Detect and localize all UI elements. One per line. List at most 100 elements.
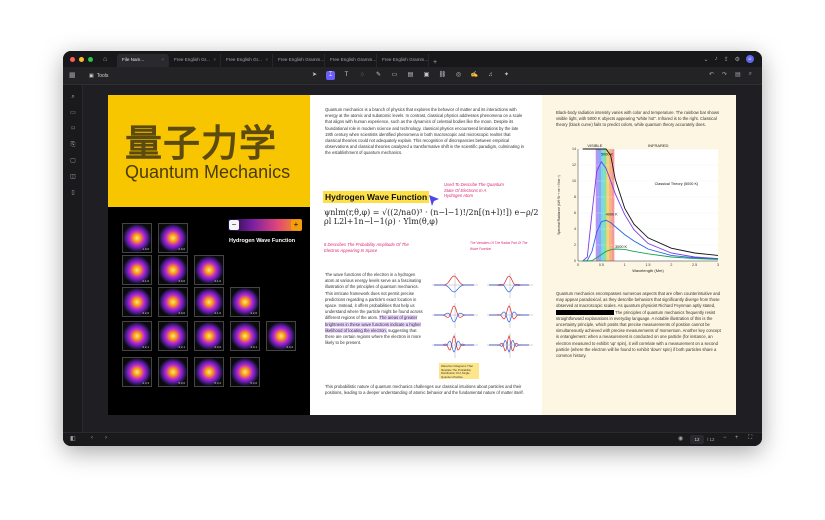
wave-function-gradient: − + (228, 219, 302, 231)
series-label: 5000 K (601, 152, 614, 156)
layers-icon[interactable]: ◫ (69, 173, 77, 181)
close-tab-icon[interactable]: × (161, 57, 164, 67)
wave-function-slider[interactable]: − + (228, 219, 302, 233)
plus-button[interactable]: + (291, 220, 301, 230)
avatar[interactable]: U (746, 55, 754, 63)
orbital-image: 4,3,1 (230, 321, 260, 351)
waveform-cell (487, 303, 533, 328)
next-page-button[interactable]: › (105, 435, 107, 441)
orbital-label: 5,0,0 (178, 381, 185, 385)
rectangle-icon[interactable]: ▭ (390, 71, 399, 80)
search-icon[interactable]: ⌕ (749, 71, 752, 78)
prev-page-button[interactable]: ‹ (91, 435, 93, 441)
comment-icon[interactable]: ▢ (69, 157, 77, 165)
minus-button[interactable]: − (229, 220, 239, 230)
bell-icon[interactable]: ♪ (715, 56, 718, 62)
audio-icon[interactable]: ♫ (486, 71, 495, 80)
save-icon[interactable]: ▤ (735, 71, 741, 78)
panel-toggle-icon[interactable]: ◧ (70, 435, 76, 442)
waveform-cell (432, 303, 478, 328)
series-label: Classical Theory (5000 K) (655, 182, 699, 186)
highlight-icon[interactable]: ✎ (374, 71, 383, 80)
visible-spectrum-band (609, 149, 612, 261)
stamp-icon[interactable]: ◎ (454, 71, 463, 80)
redo-icon[interactable]: ↷ (722, 71, 727, 78)
orbital-image: 5,3,2 (194, 357, 224, 387)
y-axis-label: Spectral Radiance (kW·Sr⁻¹·m⁻²·Nm⁻¹) (557, 175, 561, 234)
page-number-input[interactable]: 12 (690, 435, 704, 444)
close-tab-icon[interactable]: × (213, 57, 216, 67)
orbital-label: 3,0,0 (178, 279, 185, 283)
tab-list: File Nam... × Free English Gr... × Free En… (117, 51, 441, 67)
close-tab-icon[interactable]: × (265, 57, 268, 67)
page-total: / 12 (707, 437, 715, 442)
orbital-image: 3,0,0 (158, 255, 188, 285)
signature-panel-icon[interactable]: ▯ (69, 189, 77, 197)
note-left: It Describes The Probability Amplitude O… (324, 242, 409, 253)
orbital-image: 4,0,0 (158, 287, 188, 317)
tab-5[interactable]: Free English Gramm...× (377, 54, 429, 67)
attachment-icon[interactable]: ⎘ (69, 141, 77, 149)
share-icon[interactable]: ⇪ (724, 56, 729, 63)
text-icon[interactable]: T (342, 71, 351, 80)
y-tick-label: 4 (574, 227, 576, 231)
visible-spectrum-band (595, 149, 599, 261)
new-tab-button[interactable]: + (429, 59, 441, 67)
orbital-label: 1,0,0 (142, 247, 149, 251)
chevron-down-icon[interactable]: ⌄ (704, 56, 709, 63)
y-tick-label: 2 (574, 243, 576, 247)
zoom-out-icon[interactable]: − (723, 435, 727, 441)
grid-icon[interactable]: ▦ (69, 71, 76, 79)
waveform-line (489, 334, 529, 352)
ai-icon[interactable]: ✦ (502, 71, 511, 80)
bookmark-icon[interactable]: ⌑ (69, 125, 77, 133)
body-paragraph: The wave functions of the electron in a … (325, 272, 425, 346)
fit-page-icon[interactable]: ⛶ (748, 435, 752, 442)
page-thumbnails-icon[interactable]: ▭ (69, 109, 77, 117)
redaction-box[interactable] (556, 310, 614, 315)
orbital-label: 4,3,0 (214, 345, 221, 349)
link-icon[interactable]: ⛓ (438, 71, 447, 80)
section-heading: Hydrogen Wave Function (323, 191, 430, 203)
tab-0[interactable]: File Nam... × (117, 54, 169, 67)
waveform-line (434, 284, 474, 293)
tool-icons: ➤ ⌶ T ◌ ✎ ▭ ▤ ▣ ⛓ ◎ ✍ ♫ ✦ (310, 71, 511, 80)
page-black-body: Black-body radiation intensity varies wi… (542, 95, 736, 415)
search-icon[interactable]: ⌕ (69, 93, 77, 101)
tab-3[interactable]: Free English Gramm...× (273, 54, 325, 67)
image-icon[interactable]: ▣ (422, 71, 431, 80)
signature-icon[interactable]: ✍ (470, 71, 479, 80)
comment-icon[interactable]: ◌ (358, 71, 367, 80)
note-top: Used To Describe The Quantum State Of El… (444, 182, 504, 198)
left-sidebar: ⌕ ▭ ⌑ ⎘ ▢ ◫ ▯ (63, 85, 83, 446)
cursor-icon[interactable]: ➤ (310, 71, 319, 80)
chinese-title: 量子力学 (125, 122, 277, 165)
sticky-note[interactable]: Waveform Diagrams That Illustrate The Pr… (439, 363, 479, 379)
x-tick-label: 1.5 (646, 263, 651, 267)
x-tick-label: 2.5 (692, 263, 697, 267)
page-cover: 量子力学 Quantum Mechanics − + Hydrogen Wave… (108, 95, 310, 415)
orbital-label: 5,3,2 (214, 381, 221, 385)
waveform-line (489, 275, 529, 287)
orbital-label: 4,3,3 (142, 381, 149, 385)
minimize-window-button[interactable] (79, 56, 84, 62)
orbital-label: 4,3,1 (250, 345, 257, 349)
settings-icon[interactable]: ⚙ (735, 56, 740, 63)
feynman-text: Quantum mechanics encompasses numerous a… (556, 291, 721, 309)
home-icon[interactable]: ⌂ (103, 56, 117, 63)
orbital-image: 4,3,0 (194, 321, 224, 351)
form-icon[interactable]: ▤ (406, 71, 415, 80)
tab-2[interactable]: Free English Gr... × (221, 54, 273, 67)
undo-icon[interactable]: ↶ (709, 71, 714, 78)
maximize-window-button[interactable] (88, 56, 93, 62)
tab-1[interactable]: Free English Gr... × (169, 54, 221, 67)
page-nav-icon[interactable]: ◉ (678, 435, 683, 442)
zoom-in-icon[interactable]: + (735, 435, 739, 441)
tools-menu[interactable]: ▣ Tools (89, 73, 108, 79)
orbital-label: 5,4,0 (250, 381, 257, 385)
tab-4[interactable]: Free English Gramm...× (325, 54, 377, 67)
text-select-icon[interactable]: ⌶ (326, 71, 335, 80)
black-body-chart: 0 2 4 6 8 10 12 14 0 0.5 1 1.5 2 2.5 3 VISIBLE INFRARED W… (557, 143, 719, 273)
close-window-button[interactable] (70, 56, 75, 62)
orbital-image: 3,2,1 (122, 321, 152, 351)
